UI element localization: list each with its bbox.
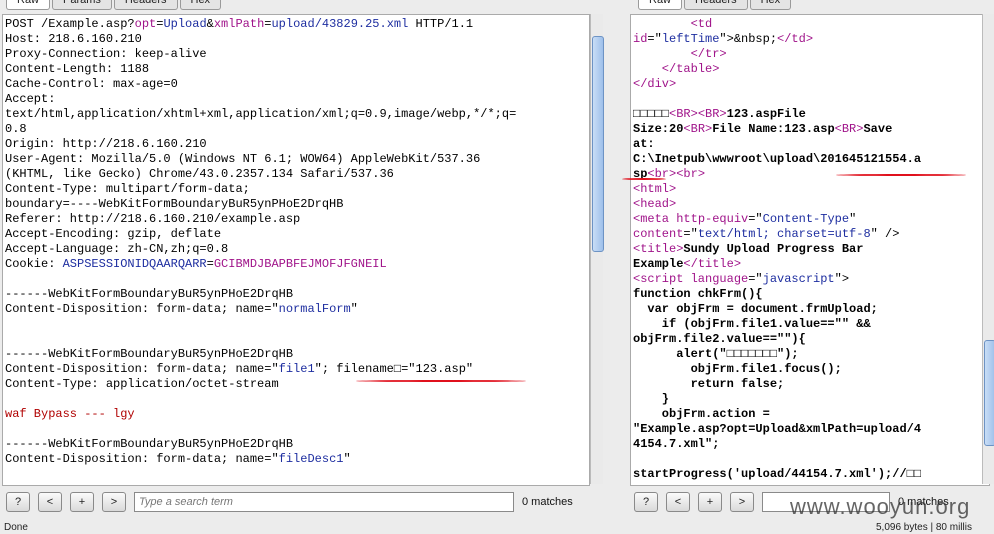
code-line: Content-Type: application/octet-stream: [5, 377, 279, 391]
code-line: Cookie: ASPSESSIONIDQAARQARR=GCIBMDJBAPB…: [5, 257, 387, 271]
code-line: Origin: http://218.6.160.210: [5, 137, 207, 151]
code-line: Size:20<BR>File Name:123.asp<BR>Save: [633, 122, 893, 136]
code-line: boundary=----WebKitFormBoundaryBuR5ynPHo…: [5, 197, 344, 211]
code-line: var objFrm = document.frmUpload;: [633, 302, 878, 316]
code-line: <html>: [633, 182, 677, 196]
code-line: ------WebKitFormBoundaryBuR5ynPHoE2DrqHB: [5, 287, 294, 301]
next-button[interactable]: >: [730, 492, 754, 512]
code-line: </div>: [633, 77, 677, 91]
tab-hex[interactable]: Hex: [179, 0, 222, 10]
code-line: "Example.asp?opt=Upload&xmlPath=upload/4: [633, 422, 922, 436]
code-line: Accept-Language: zh-CN,zh;q=0.8: [5, 242, 229, 256]
code-line: POST /Example.asp?opt=Upload&xmlPath=upl…: [5, 17, 474, 31]
code-line: <meta http-equiv="Content-Type": [633, 212, 857, 226]
code-line: Example</title>: [633, 257, 742, 271]
code-line: </tr>: [633, 47, 727, 61]
add-button[interactable]: +: [698, 492, 722, 512]
response-pane: Raw Headers Hex <td id="leftTime">&nbsp;…: [618, 0, 994, 534]
code-line: C:\Inetpub\wwwroot\upload\201645121554.a: [633, 152, 922, 166]
code-line: waf Bypass --- lgy: [5, 407, 135, 421]
code-line: id="leftTime">&nbsp;</td>: [633, 32, 814, 46]
code-line: if (objFrm.file1.value=="" &&: [633, 317, 871, 331]
request-editor[interactable]: POST /Example.asp?opt=Upload&xmlPath=upl…: [2, 14, 590, 486]
code-line: objFrm.action =: [633, 407, 770, 421]
code-line: objFrm.file2.value==""){: [633, 332, 806, 346]
code-line: Content-Type: multipart/form-data;: [5, 182, 250, 196]
code-line: User-Agent: Mozilla/5.0 (Windows NT 6.1;…: [5, 152, 481, 166]
help-button[interactable]: ?: [634, 492, 658, 512]
help-button[interactable]: ?: [6, 492, 30, 512]
tab-raw[interactable]: Raw: [6, 0, 51, 10]
code-line: Content-Disposition: form-data; name="no…: [5, 302, 358, 316]
code-line: □□□□□<BR><BR>123.aspFile: [633, 107, 806, 121]
request-scrollbar[interactable]: [590, 14, 604, 484]
code-line: startProgress('upload/44154.7.xml');//□□: [633, 467, 922, 481]
prev-button[interactable]: <: [38, 492, 62, 512]
code-line: <script language="javascript">: [633, 272, 850, 286]
request-scroll-thumb[interactable]: [592, 36, 604, 252]
code-line: function chkFrm(){: [633, 287, 763, 301]
code-line: objFrm.file1.focus();: [633, 362, 842, 376]
code-line: Host: 218.6.160.210: [5, 32, 142, 46]
status-text: 5,096 bytes | 80 millis: [876, 522, 972, 533]
tab-hex[interactable]: Hex: [749, 0, 792, 10]
search-input[interactable]: Type a search term: [134, 492, 514, 512]
request-text: POST /Example.asp?opt=Upload&xmlPath=upl…: [3, 15, 589, 467]
response-editor[interactable]: <td id="leftTime">&nbsp;</td> </tr> </ta…: [630, 14, 990, 486]
code-line: <td: [633, 17, 713, 31]
code-line: return false;: [633, 377, 785, 391]
response-scrollbar[interactable]: [982, 14, 994, 484]
code-line: <head>: [633, 197, 677, 211]
code-line: 0.8: [5, 122, 27, 136]
code-line: Accept:: [5, 92, 56, 106]
code-line: content="text/html; charset=utf-8" />: [633, 227, 900, 241]
code-line: (KHTML, like Gecko) Chrome/43.0.2357.134…: [5, 167, 394, 181]
red-annotation-underline: [622, 178, 666, 180]
code-line: Content-Length: 1188: [5, 62, 150, 76]
code-line: 4154.7.xml";: [633, 437, 720, 451]
code-line: at:: [633, 137, 655, 151]
tab-params[interactable]: Params: [52, 0, 112, 10]
code-line: }: [633, 392, 670, 406]
response-tabs: Raw Headers Hex: [638, 0, 792, 10]
prev-button[interactable]: <: [666, 492, 690, 512]
code-line: alert("□□□□□□□");: [633, 347, 799, 361]
tab-headers[interactable]: Headers: [684, 0, 748, 10]
code-line: Accept-Encoding: gzip, deflate: [5, 227, 222, 241]
request-pane: Raw Params Headers Hex POST /Example.asp…: [0, 0, 604, 534]
tab-headers[interactable]: Headers: [113, 0, 178, 10]
code-line: Content-Disposition: form-data; name="fi…: [5, 452, 351, 466]
red-annotation-underline: [356, 380, 526, 382]
code-line: <title>Sundy Upload Progress Bar: [633, 242, 864, 256]
code-line: Proxy-Connection: keep-alive: [5, 47, 207, 61]
next-button[interactable]: >: [102, 492, 126, 512]
tab-raw[interactable]: Raw: [638, 0, 683, 10]
add-button[interactable]: +: [70, 492, 94, 512]
code-line: text/html,application/xhtml+xml,applicat…: [5, 107, 517, 121]
code-line: Content-Disposition: form-data; name="fi…: [5, 362, 474, 376]
code-line: ------WebKitFormBoundaryBuR5ynPHoE2DrqHB: [5, 437, 294, 451]
request-tabs: Raw Params Headers Hex: [6, 0, 222, 10]
status-text: Done: [4, 522, 28, 533]
red-annotation-underline: [836, 174, 966, 176]
request-search-bar: ? < + > Type a search term 0 matches: [6, 490, 573, 514]
code-line: ------WebKitFormBoundaryBuR5ynPHoE2DrqHB: [5, 347, 294, 361]
response-scroll-thumb[interactable]: [984, 340, 994, 446]
code-line: </table>: [633, 62, 720, 76]
code-line: Cache-Control: max-age=0: [5, 77, 178, 91]
matches-count: 0 matches: [522, 496, 573, 508]
watermark: www.wooyun.org: [790, 494, 971, 519]
response-text: <td id="leftTime">&nbsp;</td> </tr> </ta…: [631, 15, 989, 482]
code-line: Referer: http://218.6.160.210/example.as…: [5, 212, 301, 226]
